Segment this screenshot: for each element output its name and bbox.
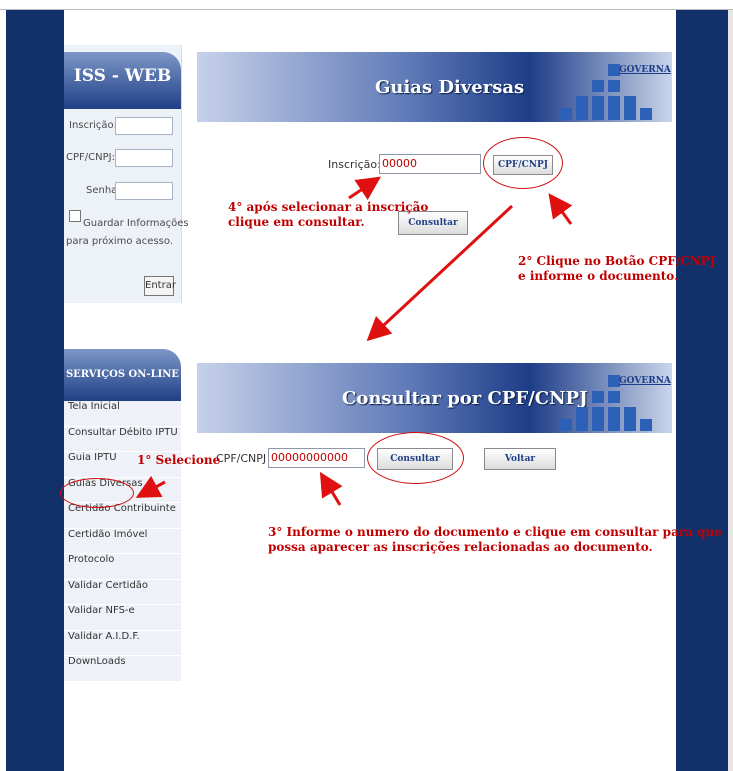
arrow-transition <box>366 204 514 342</box>
arrow-step3 <box>319 471 343 506</box>
arrow-step1 <box>135 475 166 498</box>
annotation-arrows <box>135 176 573 506</box>
arrow-step4 <box>348 176 381 200</box>
arrow-step2 <box>548 193 573 225</box>
